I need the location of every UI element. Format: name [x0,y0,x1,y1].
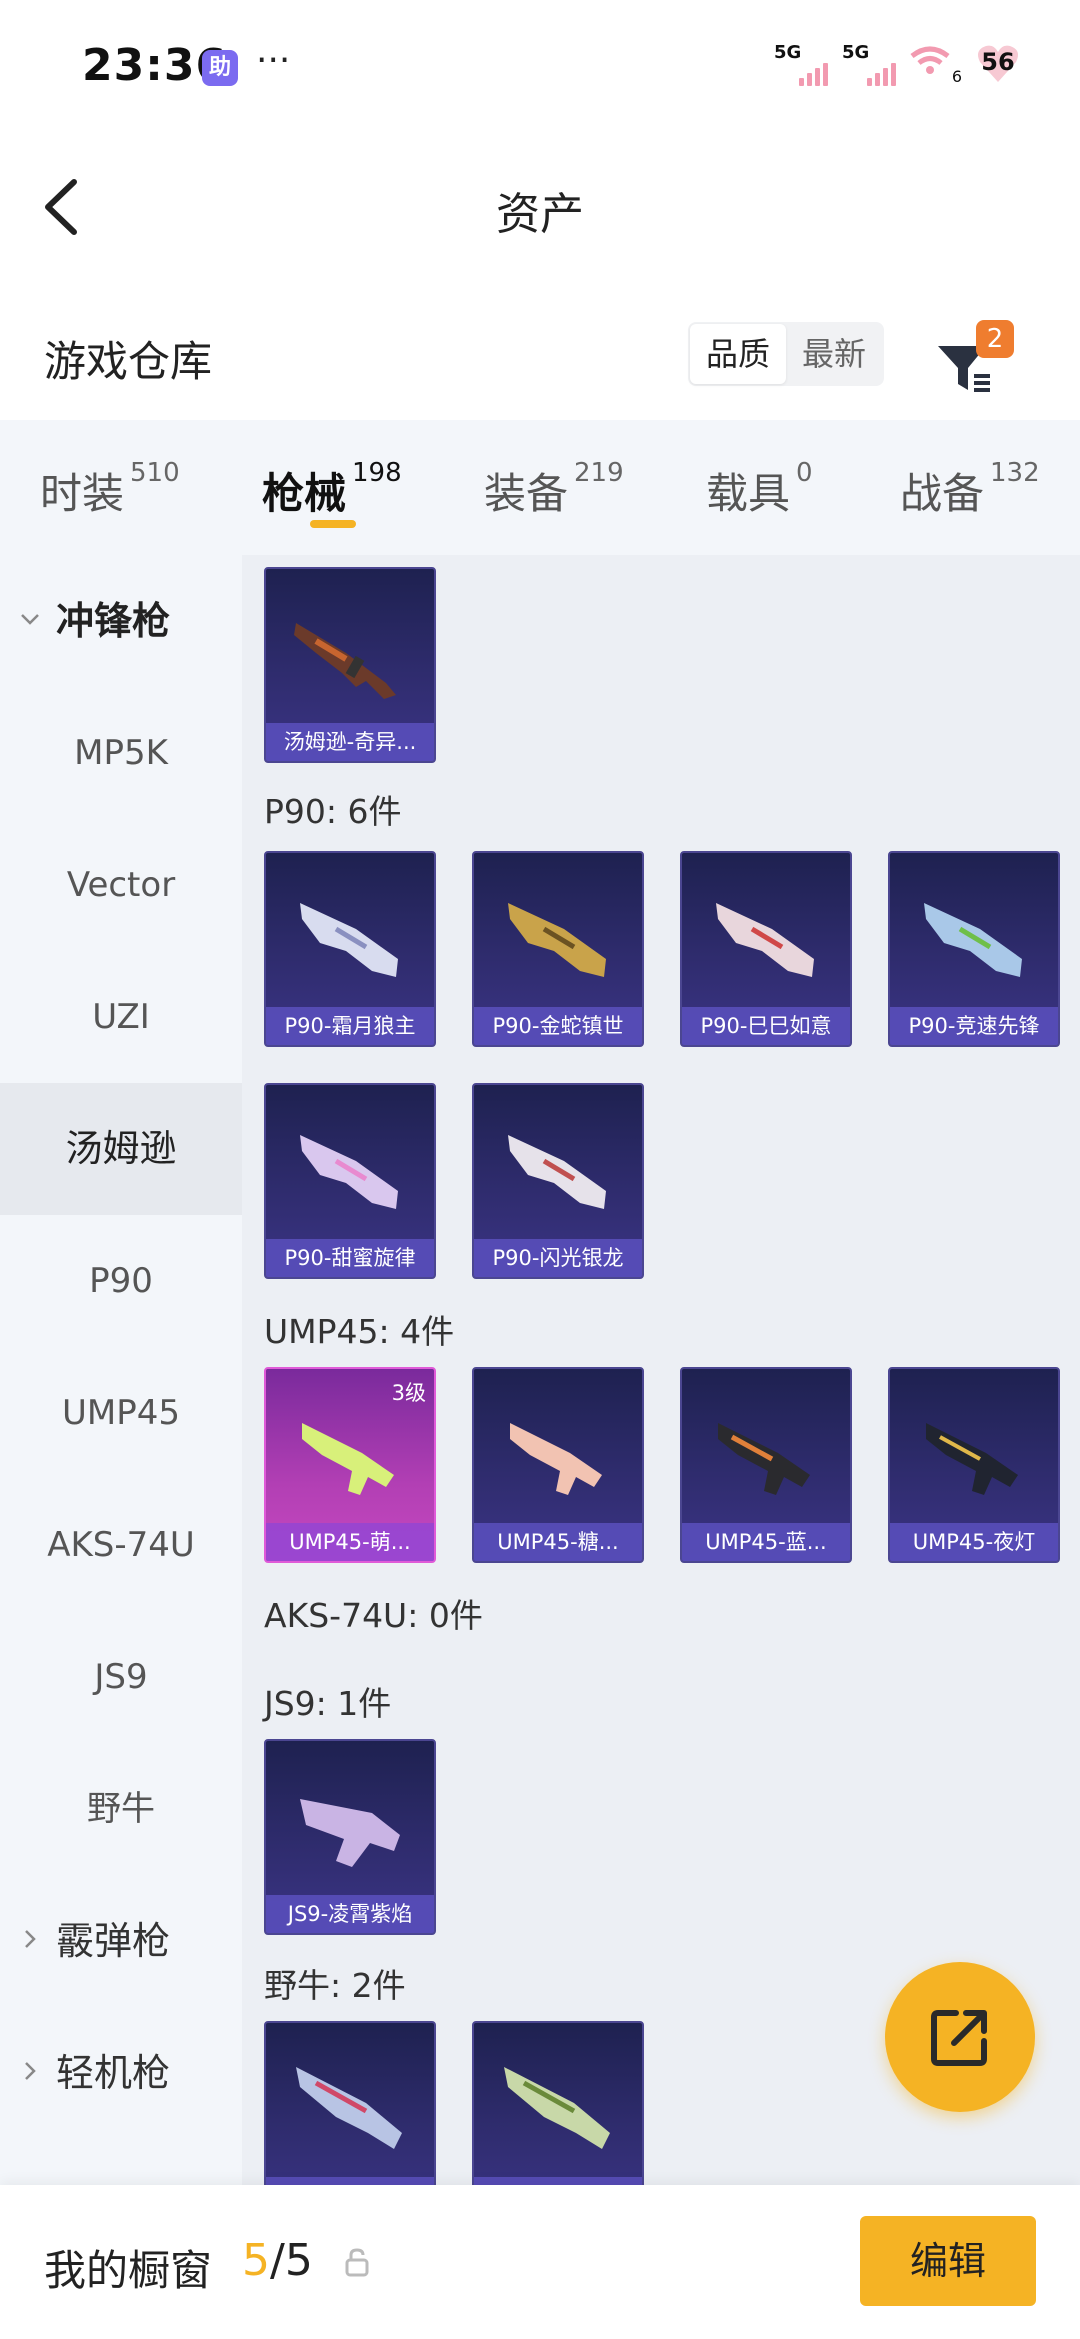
ump45-gun-icon [510,1423,602,1495]
wifi-icon: 6 [910,42,962,86]
showcase-bar: 我的橱窗 5/5 编辑 [0,2185,1080,2339]
skin-card[interactable]: P90-竞速先锋 [888,851,1060,1047]
tab-supplies[interactable]: 战备 132 [900,458,1040,521]
skin-name: UMP45-萌... [266,1523,434,1561]
share-fab-button[interactable] [885,1962,1035,2112]
sidebar-item-vector[interactable]: Vector [0,819,242,951]
assistant-badge-icon: 助 [202,50,238,86]
external-link-icon [931,2010,987,2066]
sidebar-group-smg[interactable]: 冲锋枪 [0,555,242,687]
tab-equipment[interactable]: 装备 219 [484,458,624,521]
skin-name: P90-竞速先锋 [890,1007,1058,1045]
skin-name: P90-霜月狼主 [266,1007,434,1045]
skin-name: JS9-凌霄紫焰 [266,1895,434,1933]
sidebar-item-p90[interactable]: P90 [0,1215,242,1347]
filter-button[interactable]: 2 [934,320,1014,400]
skin-card[interactable]: UMP45-夜灯 [888,1367,1060,1563]
sidebar-item-ump45[interactable]: UMP45 [0,1347,242,1479]
skin-name: 汤姆逊-奇异... [266,723,434,761]
skin-card[interactable]: 3级 UMP45-萌... [264,1367,436,1563]
skin-card[interactable]: P90-霜月狼主 [264,851,436,1047]
sidebar-item-uzi[interactable]: UZI [0,951,242,1083]
signal-5g-icon: 5G [774,42,828,86]
sidebar-item-mp5k[interactable]: MP5K [0,687,242,819]
signal-5g-2-icon: 5G [842,42,896,86]
weapon-type-sidebar: 冲锋枪 MP5K Vector UZI 汤姆逊 P90 UMP45 AKS-74… [0,555,242,2185]
sidebar-item-js9[interactable]: JS9 [0,1611,242,1743]
thompson-gun-icon [294,623,396,699]
sidebar-group-pistol[interactable]: 手枪 [0,2139,242,2185]
section-label-aks74u: AKS-74U: 0件 [264,1596,483,1635]
skin-card[interactable]: P90-闪光银龙 [472,1083,644,1279]
sort-newest-button[interactable]: 最新 [786,324,882,384]
skin-card[interactable]: JS9-凌霄紫焰 [264,1739,436,1935]
skin-name: P90-巳巳如意 [682,1007,850,1045]
chevron-down-icon [21,614,39,625]
skin-name: UMP45-蓝... [682,1523,850,1561]
p90-gun-icon [716,903,814,977]
warehouse-title: 游戏仓库 [44,337,213,386]
showcase-count: 5/5 [242,2235,313,2286]
p90-gun-icon [924,903,1022,977]
p90-gun-icon [300,903,398,977]
sidebar-group-shotgun[interactable]: 霰弹枪 [0,1875,242,2007]
weapon-grid: 汤姆逊-奇异... P90: 6件 P90-霜月狼主 P90-金蛇镇世 P90-… [242,555,1080,2185]
category-tabs: 时装 510 枪械 198 装备 219 载具 0 战备 132 [0,420,1080,555]
page-title: 资产 [496,189,584,240]
tab-vehicles[interactable]: 载具 0 [706,458,813,521]
skin-card[interactable]: 野牛-锦落鱼鸟 [472,2021,644,2185]
skin-card[interactable]: UMP45-糖... [472,1367,644,1563]
skin-name: UMP45-糖... [474,1523,642,1561]
section-label-js9: JS9: 1件 [264,1684,392,1723]
filter-count-badge: 2 [976,320,1014,358]
skin-card[interactable]: 汤姆逊-奇异... [264,567,436,763]
p90-gun-icon [508,1135,606,1209]
sidebar-item-aks74u[interactable]: AKS-74U [0,1479,242,1611]
skin-card[interactable]: P90-甜蜜旋律 [264,1083,436,1279]
skin-card[interactable]: P90-巳巳如意 [680,851,852,1047]
chevron-right-icon [25,1930,36,1948]
sidebar-item-thompson[interactable]: 汤姆逊 [0,1083,242,1215]
section-label-ump45: UMP45: 4件 [264,1312,455,1351]
sort-toggle: 品质 最新 [688,322,885,386]
skin-name: 野牛-萌萌恶鸡 [266,2177,434,2185]
section-label-p90: P90: 6件 [264,792,402,831]
ump45-gun-icon [926,1423,1018,1495]
js9-gun-icon [300,1799,400,1867]
sidebar-group-lmg[interactable]: 轻机枪 [0,2007,242,2139]
ump45-gun-icon [718,1423,810,1495]
battery-icon: 56 [976,42,1020,86]
skin-card[interactable]: UMP45-蓝... [680,1367,852,1563]
skin-name: 野牛-锦落鱼鸟 [474,2177,642,2185]
skin-name: P90-金蛇镇世 [474,1007,642,1045]
warehouse-header: 游戏仓库 品质 最新 2 [0,300,1080,420]
skin-name: UMP45-夜灯 [890,1523,1058,1561]
tab-fashion[interactable]: 时装 510 [40,458,180,521]
section-label-bison: 野牛: 2件 [264,1966,406,2005]
skin-card[interactable]: P90-金蛇镇世 [472,851,644,1047]
sidebar-item-bison[interactable]: 野牛 [0,1743,242,1875]
sort-quality-button[interactable]: 品质 [690,324,787,384]
active-tab-indicator [310,520,356,528]
edit-button[interactable]: 编辑 [860,2216,1036,2306]
status-bar: 23:36 助 ··· 5G 5G 6 56 [0,0,1080,130]
nav-bar: 资产 [0,150,1080,260]
bison-gun-icon [296,2067,402,2149]
ump45-gun-icon [302,1423,394,1495]
tab-firearms[interactable]: 枪械 198 [262,458,402,521]
skin-name: P90-闪光银龙 [474,1239,642,1277]
lock-icon [345,2248,369,2277]
p90-gun-icon [300,1135,398,1209]
p90-gun-icon [508,903,606,977]
more-notifications-icon: ··· [256,40,291,81]
chevron-right-icon [25,2062,36,2080]
skin-card[interactable]: 野牛-萌萌恶鸡 [264,2021,436,2185]
showcase-label: 我的橱窗 [44,2246,213,2295]
skin-name: P90-甜蜜旋律 [266,1239,434,1277]
bison-gun-icon [504,2067,610,2149]
